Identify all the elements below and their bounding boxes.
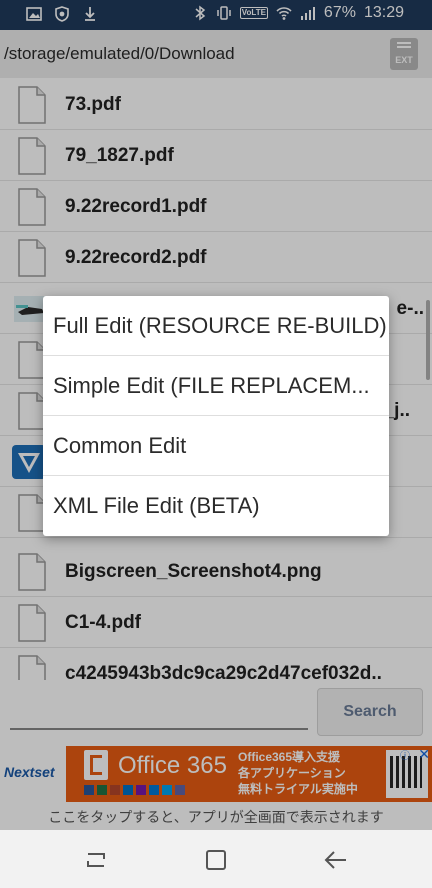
menu-item-simple-edit[interactable]: Simple Edit (FILE REPLACEM...: [43, 356, 389, 416]
menu-item-xml-edit[interactable]: XML File Edit (BETA): [43, 476, 389, 536]
recent-apps-icon[interactable]: [82, 846, 110, 874]
system-nav-bar: [0, 830, 432, 888]
home-icon[interactable]: [202, 846, 230, 874]
back-icon[interactable]: [322, 846, 350, 874]
edit-mode-dialog: Full Edit (RESOURCE RE-BUILD) Simple Edi…: [43, 296, 389, 536]
menu-item-common-edit[interactable]: Common Edit: [43, 416, 389, 476]
menu-item-full-edit[interactable]: Full Edit (RESOURCE RE-BUILD): [43, 296, 389, 356]
